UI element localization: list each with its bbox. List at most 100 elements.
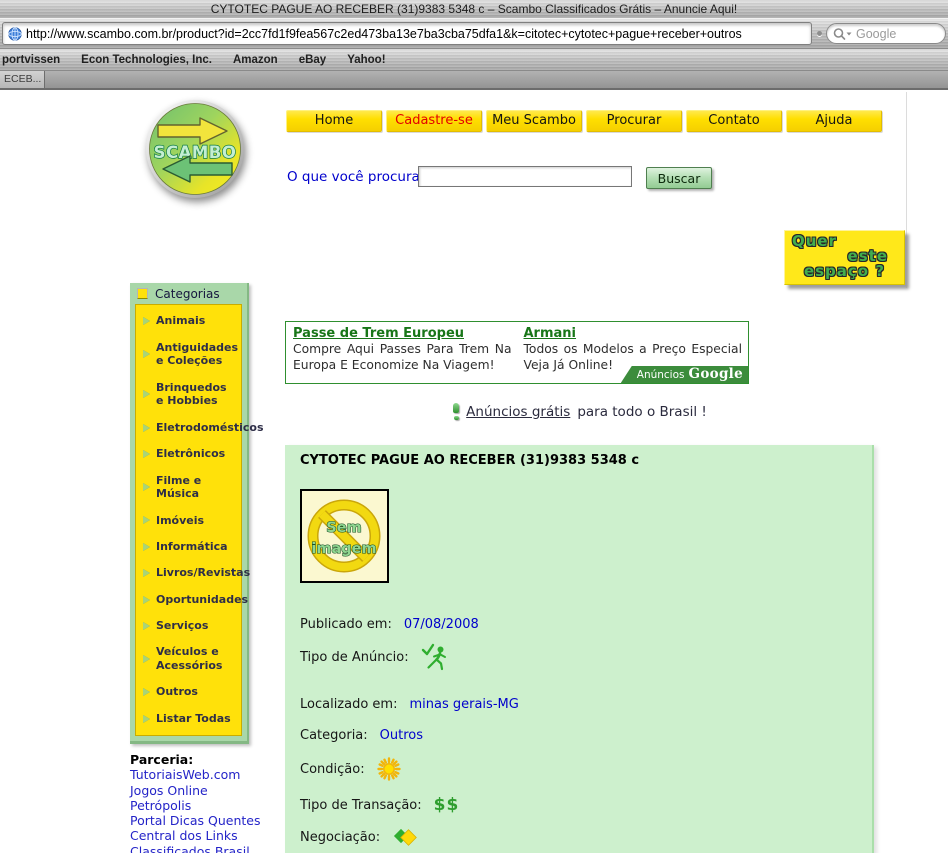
partner-link-classificados-brasil[interactable]: Classificados Brasil	[130, 844, 260, 853]
detail-label: Publicado em:	[300, 617, 392, 632]
sidebar-item-listar-todas[interactable]: Listar Todas	[136, 712, 241, 726]
ad-title-link[interactable]: Passe de Trem Europeu	[293, 326, 512, 341]
sidebar-item-animais[interactable]: Animais	[136, 314, 241, 328]
detail-label: Tipo de Anúncio:	[300, 650, 409, 665]
sidebar-item-label: Eletrônicos	[156, 447, 225, 461]
tab-eceb[interactable]: ECEB...	[0, 71, 45, 88]
arrow-right-icon	[143, 688, 150, 696]
sidebar-item-eletr-nicos[interactable]: Eletrônicos	[136, 447, 241, 461]
detail-row-tipo-de-an-ncio: Tipo de Anúncio:	[300, 643, 451, 671]
bookmark-item-yahoo[interactable]: Yahoo!	[347, 54, 385, 66]
detail-row-condi-o: Condição:	[300, 757, 401, 781]
sidebar-item-label: Listar Todas	[156, 712, 231, 726]
sidebar-item-label: Informática	[156, 540, 228, 554]
detail-value[interactable]: Outros	[380, 728, 423, 743]
ad-title-link[interactable]: Armani	[524, 326, 743, 341]
scambo-logo[interactable]: SCAMBO	[143, 97, 247, 201]
arrow-right-icon	[143, 715, 150, 723]
free-ads-rest: para todo o Brasil !	[577, 404, 707, 420]
site-search-input[interactable]	[418, 166, 632, 187]
no-image-placeholder: Sem imagem	[300, 489, 389, 583]
site-favicon-globe-icon	[8, 27, 22, 41]
product-box: CYTOTEC PAGUE AO RECEBER (31)9383 5348 c…	[285, 445, 874, 853]
free-ads-link[interactable]: Anúncios grátis	[466, 404, 570, 420]
sun-icon	[377, 757, 401, 781]
nav-button-meu-scambo[interactable]: Meu Scambo	[486, 110, 582, 132]
address-bar[interactable]	[2, 22, 812, 45]
detail-label: Tipo de Transação:	[300, 798, 422, 813]
page-content: SCAMBO HomeCadastre-seMeu ScamboProcurar…	[0, 90, 948, 853]
google-ads-tag[interactable]: Anúncios Google	[621, 366, 748, 383]
sidebar-item-ve-culos-e[interactable]: Veículos e Acessórios	[136, 645, 241, 673]
partner-link-portal-dicas-quentes[interactable]: Portal Dicas Quentes	[130, 813, 260, 828]
browser-search-field[interactable]	[826, 23, 946, 44]
sidebar-item-antiguidades[interactable]: Antiguidades e Coleções	[136, 341, 241, 369]
runner-check-icon	[421, 643, 451, 671]
sidebar-item-filme-e-m-sica[interactable]: Filme e Música	[136, 474, 241, 502]
categories-header: Categorias	[130, 283, 247, 304]
browser-search-input[interactable]	[854, 26, 939, 42]
window-title-bar[interactable]: CYTOTEC PAGUE AO RECEBER (31)9383 5348 c…	[0, 0, 948, 18]
detail-label: Negociação:	[300, 830, 380, 845]
google-ads-box: Passe de Trem EuropeuCompre Aqui Passes …	[285, 321, 749, 384]
sidebar-item-label: Antiguidades e Coleções	[156, 341, 238, 369]
nav-button-cadastre-se[interactable]: Cadastre-se	[386, 110, 482, 132]
browser-window: CYTOTEC PAGUE AO RECEBER (31)9383 5348 c…	[0, 0, 948, 853]
search-magnifier-icon[interactable]	[832, 27, 854, 41]
nav-button-home[interactable]: Home	[286, 110, 382, 132]
detail-label: Localizado em:	[300, 697, 397, 712]
buscar-button[interactable]: Buscar	[646, 167, 712, 189]
sidebar-item-oportunidades[interactable]: Oportunidades	[136, 593, 241, 607]
sidebar-item-label: Eletrodomésticos	[156, 421, 264, 435]
arrow-right-icon	[143, 390, 150, 398]
free-ads-line: Anúncios grátis para todo o Brasil !	[285, 403, 875, 420]
partner-link-petr-polis[interactable]: Petrópolis	[130, 798, 260, 813]
sidebar-item-label: Veículos e Acessórios	[156, 645, 222, 673]
detail-label: Categoria:	[300, 728, 368, 743]
partner-link-jogos-online[interactable]: Jogos Online	[130, 783, 260, 798]
address-input[interactable]	[26, 27, 811, 41]
arrow-right-icon	[143, 569, 150, 577]
ad-space-promo[interactable]: Quer este espaço ?	[784, 230, 905, 285]
bookmark-item-amazon[interactable]: Amazon	[233, 54, 278, 66]
dollars-icon: $$	[434, 795, 460, 815]
arrow-right-icon	[143, 622, 150, 630]
diamonds-icon	[392, 825, 418, 849]
partners-block: Parceria: TutoriaisWeb.comJogos OnlinePe…	[130, 752, 260, 853]
detail-value[interactable]: 07/08/2008	[404, 617, 479, 632]
sidebar-item-brinquedos[interactable]: Brinquedos e Hobbies	[136, 381, 241, 409]
bookmark-item-econ-technologies-inc[interactable]: Econ Technologies, Inc.	[81, 54, 212, 66]
snapback-dot-icon	[817, 31, 822, 36]
sidebar-item-label: Oportunidades	[156, 593, 248, 607]
no-image-icon: Sem imagem	[302, 491, 387, 581]
ad-item: Passe de Trem EuropeuCompre Aqui Passes …	[293, 326, 512, 373]
arrow-right-icon	[143, 516, 150, 524]
detail-value[interactable]: minas gerais-MG	[409, 697, 518, 712]
no-image-text: Sem	[326, 520, 361, 536]
sidebar-item-label: Imóveis	[156, 514, 204, 528]
partner-link-central-dos-links[interactable]: Central dos Links	[130, 828, 260, 843]
arrow-right-icon	[143, 424, 150, 432]
sidebar-item-livros-revistas[interactable]: Livros/Revistas	[136, 566, 241, 580]
window-title: CYTOTEC PAGUE AO RECEBER (31)9383 5348 c…	[211, 2, 737, 16]
arrow-right-icon	[143, 450, 150, 458]
nav-button-ajuda[interactable]: Ajuda	[786, 110, 882, 132]
arrow-right-icon	[143, 483, 150, 491]
detail-row-localizado-em: Localizado em: minas gerais-MG	[300, 697, 519, 712]
bookmark-item-ebay[interactable]: eBay	[299, 54, 327, 66]
nav-button-contato[interactable]: Contato	[686, 110, 782, 132]
scambo-logo-badge: SCAMBO	[143, 97, 247, 201]
page-edge-line	[906, 92, 907, 288]
sidebar-item-servi-os[interactable]: Serviços	[136, 619, 241, 633]
sidebar-item-im-veis[interactable]: Imóveis	[136, 514, 241, 528]
sidebar-item-eletrodom-sticos[interactable]: Eletrodomésticos	[136, 421, 241, 435]
google-logo: Google	[689, 366, 744, 382]
arrow-right-icon	[143, 596, 150, 604]
partner-link-tutoriaisweb-com[interactable]: TutoriaisWeb.com	[130, 767, 260, 782]
bookmark-item-portvissen[interactable]: portvissen	[2, 54, 60, 66]
sidebar-item-inform-tica[interactable]: Informática	[136, 540, 241, 554]
product-title: CYTOTEC PAGUE AO RECEBER (31)9383 5348 c	[300, 453, 639, 468]
exclamation-icon	[453, 403, 459, 420]
sidebar-item-outros[interactable]: Outros	[136, 685, 241, 699]
nav-button-procurar[interactable]: Procurar	[586, 110, 682, 132]
